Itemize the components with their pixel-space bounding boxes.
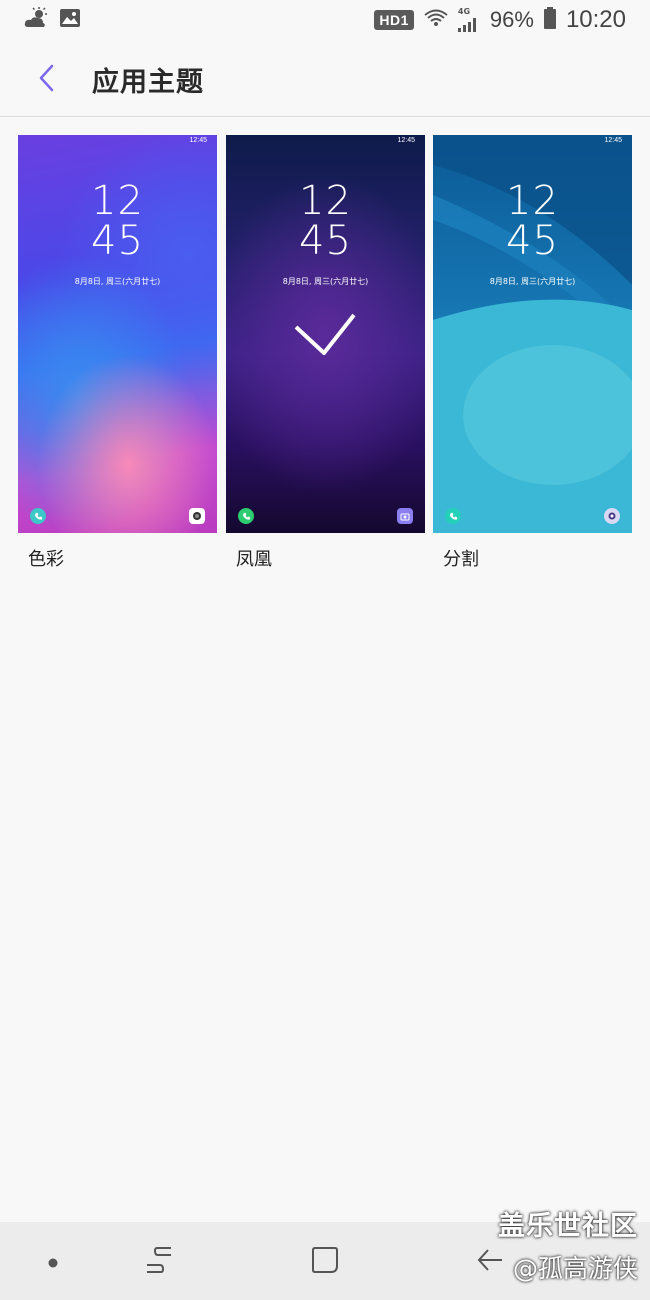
home-icon [311, 1246, 339, 1278]
watermark-line1: 盖乐世社区 [498, 1211, 638, 1242]
theme-thumbnail: 12:45 12 45 8月8日, 周三(六月廿七) [226, 135, 425, 533]
chevron-left-icon [36, 64, 56, 96]
theme-card-split[interactable]: 12:45 12 45 8月8日, 周三(六月廿七) 分割 [433, 135, 632, 571]
signal-icon: 4G [457, 7, 480, 32]
theme-card-color[interactable]: 12:45 12 45 8月8日, 周三(六月廿七) 色彩 [18, 135, 217, 571]
theme-name: 凤凰 [236, 549, 272, 570]
weather-cloud-sun-icon [24, 7, 50, 33]
image-icon [60, 9, 80, 31]
thumb-clock-hour: 12 [506, 178, 559, 224]
app-header: 应用主题 [0, 40, 650, 117]
thumb-clock-minute: 45 [91, 218, 144, 264]
recents-icon [145, 1245, 173, 1279]
camera-icon [604, 508, 620, 524]
theme-card-phoenix[interactable]: 12:45 12 45 8月8日, 周三(六月廿七) 凤凰 [226, 135, 425, 571]
hd-badge: HD1 [374, 10, 414, 30]
page-title: 应用主题 [92, 67, 204, 98]
camera-icon [397, 508, 413, 524]
nav-home-button[interactable] [305, 1242, 345, 1282]
checkmark-icon [294, 313, 356, 359]
back-button[interactable] [24, 58, 68, 102]
thumb-clock-hour: 12 [299, 178, 352, 224]
camera-icon [189, 508, 205, 524]
thumb-clock-minute: 45 [506, 218, 559, 264]
dot-icon [48, 1253, 58, 1272]
thumb-status-time: 12:45 [189, 137, 207, 144]
theme-name: 分割 [443, 549, 479, 570]
nav-recents-button[interactable] [139, 1242, 179, 1282]
theme-name: 色彩 [28, 549, 64, 570]
thumb-status-time: 12:45 [397, 137, 415, 144]
clock-time: 10:20 [565, 6, 626, 33]
theme-thumbnail: 12:45 12 45 8月8日, 周三(六月廿七) [18, 135, 217, 533]
status-bar: HD1 4G 96% 10:20 [0, 0, 650, 40]
thumb-clock-hour: 12 [91, 178, 144, 224]
battery-icon [543, 7, 556, 33]
wifi-icon [424, 8, 448, 32]
thumb-date: 8月8日, 周三(六月廿七) [282, 277, 369, 286]
watermark: 盖乐世社区 @孤高游侠 [498, 1204, 638, 1285]
thumb-status-time: 12:45 [604, 137, 622, 144]
thumb-date: 8月8日, 周三(六月廿七) [489, 277, 576, 286]
phone-icon [445, 508, 461, 524]
thumb-date: 8月8日, 周三(六月廿七) [74, 277, 161, 286]
theme-thumbnail: 12:45 12 45 8月8日, 周三(六月廿七) [433, 135, 632, 533]
battery-percent: 96% [489, 7, 534, 32]
phone-icon [238, 508, 254, 524]
watermark-line2: @孤高游侠 [512, 1254, 638, 1283]
nav-dot-button[interactable] [33, 1242, 73, 1282]
thumb-clock-minute: 45 [299, 218, 352, 264]
phone-icon [30, 508, 46, 524]
network-type: 4G [457, 7, 471, 16]
